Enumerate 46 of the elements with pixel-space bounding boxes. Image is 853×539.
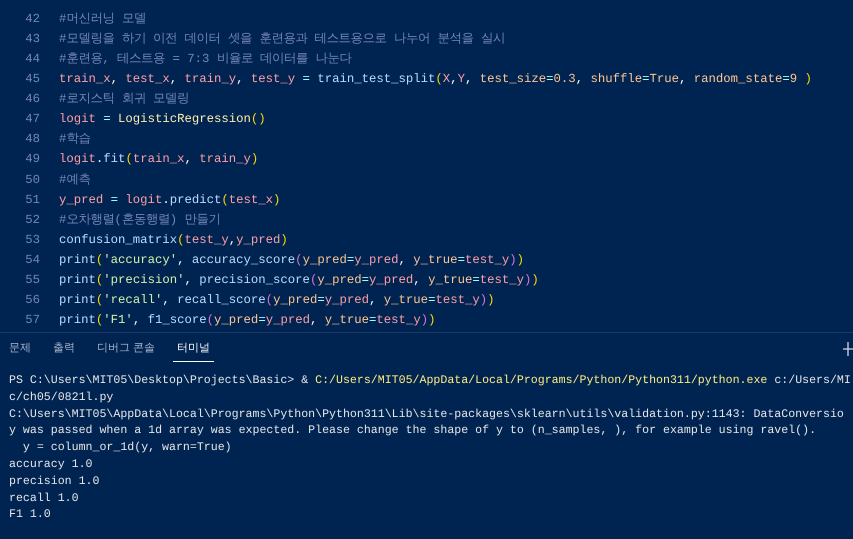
add-icon[interactable] (843, 342, 853, 356)
line-number: 52 (24, 212, 40, 228)
terminal-line: PS C:\Users\MIT05\Desktop\Projects\Basic> & C:/Users/MIT05/AppData/Local/Programs/Python/Python311/python.exe c:/Users/MI (9, 373, 851, 389)
line-number: 54 (24, 252, 40, 268)
code-line: logit.fit(train_x, train_y) (59, 151, 258, 168)
line-number: 44 (24, 51, 40, 68)
code-line: print('F1', f1_score(y_pred=y_pred, y_true=test_y)) (59, 312, 436, 328)
terminal-line: accuracy 1.0 (9, 456, 92, 473)
line-number: 50 (24, 172, 40, 188)
terminal-line: precision 1.0 (9, 474, 100, 490)
terminal-line: y = column_or_1d(y, warn=True) (22, 440, 232, 456)
line-number: 53 (24, 232, 40, 248)
line-number: 48 (24, 131, 40, 148)
code-line: #훈련용, 테스트용 = 7:3 비율로 데이터를 나눈다 (59, 51, 352, 68)
code-line: #모델링을 하기 이전 데이터 셋을 훈련용과 테스트용으로 나누어 분석을 실시 (59, 31, 505, 48)
code-line: logit = LogisticRegression() (59, 111, 266, 128)
code-line: y_pred = logit.predict(test_x) (59, 192, 280, 208)
line-number: 49 (24, 151, 40, 168)
panel-tab[interactable]: 디버그 콘솔 (97, 340, 156, 362)
code-line: #머신러닝 모델 (59, 11, 146, 28)
line-number: 43 (24, 31, 40, 48)
code-line: print('precision', precision_score(y_pred=y_pred, y_true=test_y)) (59, 272, 539, 288)
line-number: 46 (24, 91, 40, 108)
code-line: #오차행렬(혼동행렬) 만들기 (59, 212, 221, 228)
code-line: #로지스틱 회귀 모델링 (59, 91, 190, 108)
terminal-line: c/ch05/0821l.py (9, 390, 114, 406)
line-number: 57 (24, 312, 40, 328)
line-number: 51 (24, 192, 40, 208)
terminal-line: C:\Users\MIT05\AppData\Local\Programs\Python\Python311\Lib\site-packages\sklearn\utils\validation.py:1143: DataConversio (9, 406, 844, 423)
line-number: 42 (24, 11, 40, 28)
line-number: 55 (24, 272, 40, 288)
code-line: confusion_matrix(test_y,y_pred) (59, 232, 288, 248)
code-line: #학습 (59, 131, 90, 148)
panel-tab[interactable]: 문제 (9, 340, 31, 362)
panel-tab[interactable]: 터미널 (173, 340, 214, 362)
line-number: 45 (24, 71, 40, 88)
code-line: #예측 (59, 172, 90, 188)
panel-tab[interactable]: 출력 (53, 340, 75, 362)
line-number: 47 (24, 111, 40, 128)
code-line: print('recall', recall_score(y_pred=y_pred, y_true=test_y)) (59, 292, 495, 308)
line-number: 56 (24, 292, 40, 308)
terminal-line: F1 1.0 (9, 507, 51, 524)
code-line: print('accuracy', accuracy_score(y_pred=y_pred, y_true=test_y)) (59, 252, 524, 268)
terminal-line: recall 1.0 (9, 490, 79, 507)
terminal-line: y was passed when a 1d array was expected. Please change the shape of y to (n_samples, ), for example using ravel(). (9, 423, 816, 440)
code-line: train_x, test_x, train_y, test_y = train_test_split(X,Y, test_size=0.3, shuffle=True, random_state=9 ) (59, 71, 812, 88)
